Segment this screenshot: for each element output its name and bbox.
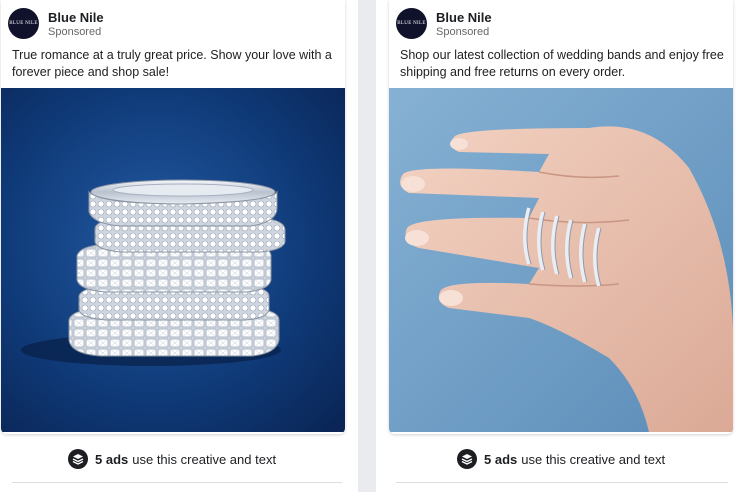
ads-count: 5 ads xyxy=(95,451,129,467)
ad-body-text: True romance at a truly great price. Sho… xyxy=(12,48,332,79)
stacked-layers-icon xyxy=(68,449,88,469)
stacked-diamond-rings-image xyxy=(1,88,345,432)
stacked-layers-icon xyxy=(457,449,477,469)
divider xyxy=(396,482,728,483)
creative-usage-footer[interactable]: 5 ads use this creative and text xyxy=(68,448,276,470)
avatar-logo-text: BLUE NILE xyxy=(9,21,38,26)
sponsored-label: Sponsored xyxy=(436,26,490,38)
sponsored-label: Sponsored xyxy=(48,26,102,38)
ad-creative-image[interactable] xyxy=(1,88,345,432)
advertiser-name[interactable]: Blue Nile xyxy=(436,10,492,25)
ad-card[interactable]: BLUE NILE Blue Nile Sponsored Shop our l… xyxy=(389,0,733,434)
divider xyxy=(12,482,342,483)
advertiser-name[interactable]: Blue Nile xyxy=(48,10,104,25)
ad-creative-image[interactable] xyxy=(389,88,733,432)
hand-with-rings-image xyxy=(389,88,733,432)
advertiser-avatar[interactable]: BLUE NILE xyxy=(396,8,427,39)
ads-count-description: use this creative and text xyxy=(521,451,666,467)
ad-card[interactable]: BLUE NILE Blue Nile Sponsored True roman… xyxy=(1,0,345,434)
ads-count: 5 ads xyxy=(484,451,518,467)
avatar-logo-text: BLUE NILE xyxy=(397,21,426,26)
ad-body-text: Shop our latest collection of wedding ba… xyxy=(400,48,724,79)
ads-count-description: use this creative and text xyxy=(132,451,277,467)
creative-usage-footer[interactable]: 5 ads use this creative and text xyxy=(457,448,665,470)
advertiser-avatar[interactable]: BLUE NILE xyxy=(8,8,39,39)
